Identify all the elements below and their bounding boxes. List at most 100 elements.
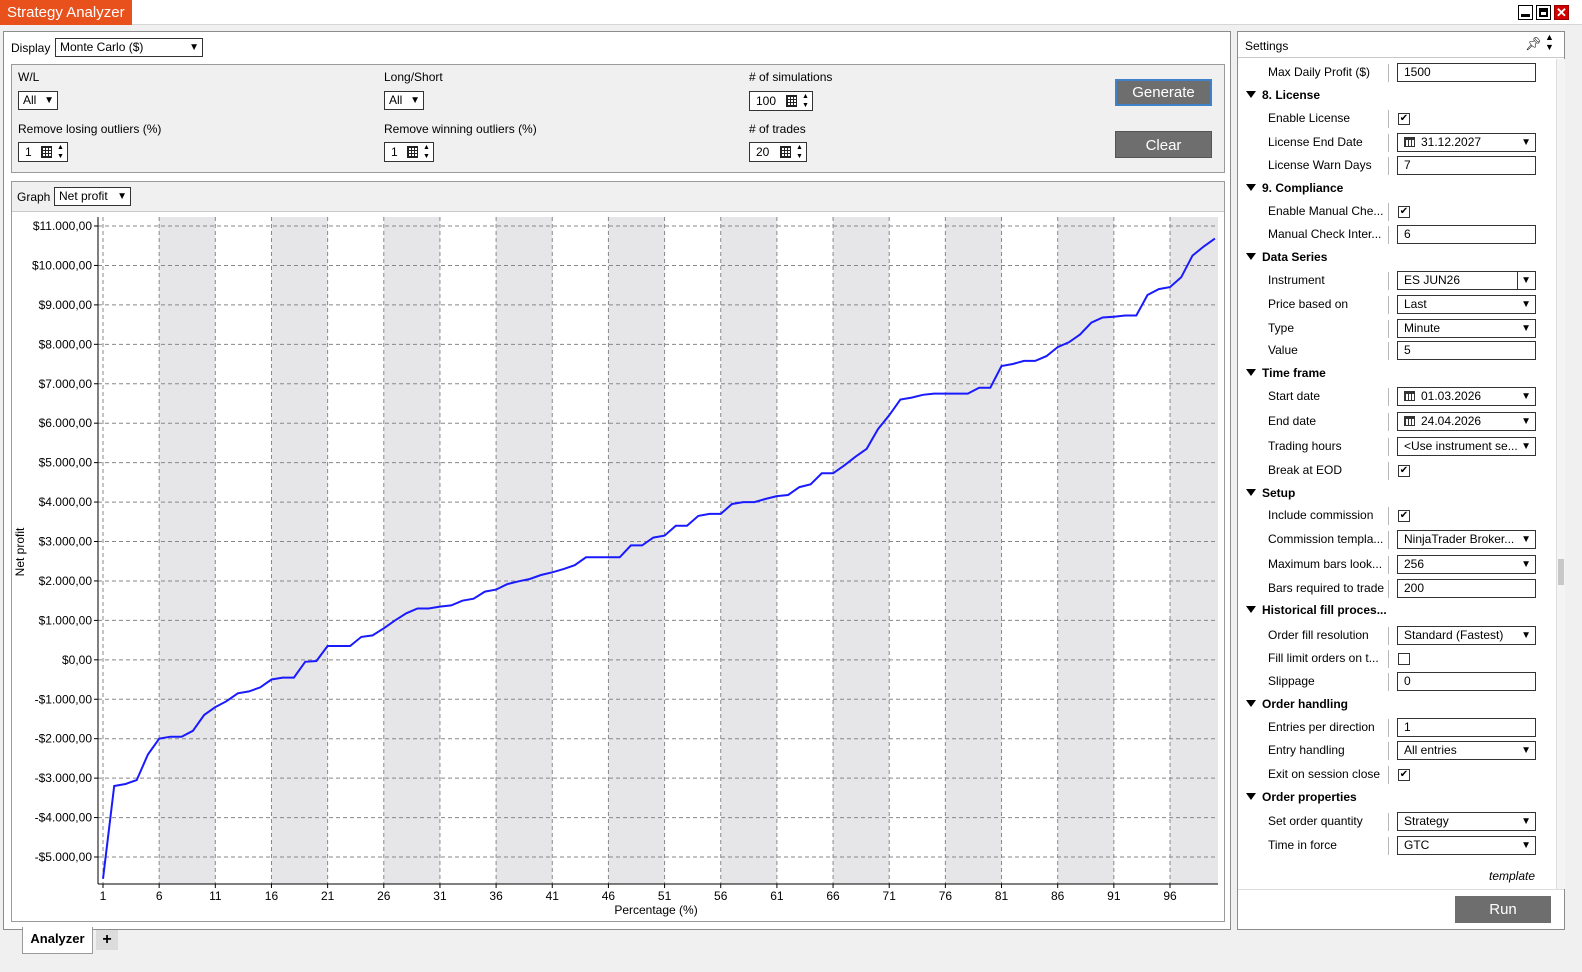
property-input[interactable]: 5: [1397, 341, 1536, 360]
settings-category[interactable]: 9. Compliance: [1238, 178, 1556, 200]
property-dropdown[interactable]: NinjaTrader Broker... ▼: [1397, 530, 1536, 549]
property-checkbox[interactable]: ✔: [1398, 465, 1410, 477]
category-label: 9. Compliance: [1262, 181, 1344, 195]
spin-arrows-icon[interactable]: ▲ ▼: [422, 143, 431, 161]
expand-triangle-icon[interactable]: [1246, 606, 1256, 613]
property-date-picker[interactable]: 01.03.2026 ▼: [1397, 387, 1536, 406]
settings-row: Fill limit orders on t...: [1238, 648, 1556, 670]
scroll-arrows-icon[interactable]: ▲ ▼: [1545, 32, 1554, 52]
property-dropdown[interactable]: GTC ▼: [1397, 836, 1536, 855]
property-label: Enable License: [1268, 111, 1351, 125]
num-trades-stepper[interactable]: 20 ▲ ▼: [749, 142, 807, 162]
chevron-down-icon: ▼: [117, 191, 127, 202]
property-input[interactable]: 1500: [1397, 63, 1536, 82]
property-checkbox[interactable]: ✔: [1398, 769, 1410, 781]
settings-category[interactable]: Time frame: [1238, 363, 1556, 385]
maximize-icon[interactable]: [1536, 5, 1551, 20]
property-checkbox[interactable]: [1398, 653, 1410, 665]
chevron-down-icon: ▼: [44, 95, 54, 106]
property-label: Slippage: [1268, 674, 1315, 688]
settings-row: Exit on session close ✔: [1238, 764, 1556, 786]
expand-triangle-icon[interactable]: [1246, 793, 1256, 800]
property-label: Fill limit orders on t...: [1268, 651, 1379, 665]
category-label: Order properties: [1262, 790, 1357, 804]
property-dropdown[interactable]: <Use instrument se... ▼: [1397, 437, 1536, 456]
graph-box: Graph Net profit ▼: [11, 181, 1225, 922]
generate-button[interactable]: Generate: [1115, 79, 1212, 106]
property-label: Manual Check Inter...: [1268, 227, 1382, 241]
settings-scrollbar[interactable]: [1556, 59, 1565, 889]
property-checkbox[interactable]: ✔: [1398, 206, 1410, 218]
property-input[interactable]: 200: [1397, 579, 1536, 598]
scrollbar-thumb[interactable]: [1558, 559, 1564, 585]
chevron-down-icon[interactable]: ▼: [1517, 272, 1531, 289]
remove-losing-stepper[interactable]: 1 ▲ ▼: [18, 142, 68, 162]
expand-triangle-icon[interactable]: [1246, 369, 1256, 376]
expand-triangle-icon[interactable]: [1246, 253, 1256, 260]
expand-triangle-icon[interactable]: [1246, 184, 1256, 191]
display-dropdown[interactable]: Monte Carlo ($) ▼: [55, 38, 203, 57]
spin-arrows-icon[interactable]: ▲ ▼: [795, 143, 804, 161]
settings-category[interactable]: Data Series: [1238, 247, 1556, 269]
property-date-picker[interactable]: 24.04.2026 ▼: [1397, 412, 1536, 431]
add-tab-button[interactable]: +: [96, 930, 118, 950]
template-link[interactable]: template: [1489, 869, 1535, 883]
spin-arrows-icon[interactable]: ▲ ▼: [801, 92, 810, 110]
run-button[interactable]: Run: [1455, 896, 1551, 923]
property-dropdown[interactable]: Standard (Fastest) ▼: [1397, 626, 1536, 645]
property-value: 6: [1404, 227, 1411, 241]
close-icon[interactable]: ✕: [1554, 5, 1569, 20]
property-dropdown[interactable]: Strategy ▼: [1397, 812, 1536, 831]
num-trades-value: 20: [756, 145, 770, 159]
property-label: Enable Manual Che...: [1268, 204, 1384, 218]
pin-icon[interactable]: 📌︎: [1525, 36, 1542, 52]
settings-row: Max Daily Profit ($) 1500: [1238, 62, 1556, 84]
property-value: 7: [1404, 158, 1411, 172]
property-input[interactable]: 7: [1397, 156, 1536, 175]
settings-row: Set order quantity Strategy ▼: [1238, 811, 1556, 833]
property-dropdown[interactable]: All entries ▼: [1397, 741, 1536, 760]
spin-arrows-icon[interactable]: ▲ ▼: [56, 143, 65, 161]
expand-triangle-icon[interactable]: [1246, 91, 1256, 98]
property-checkbox[interactable]: ✔: [1398, 113, 1410, 125]
expand-triangle-icon[interactable]: [1246, 700, 1256, 707]
property-input[interactable]: 1: [1397, 718, 1536, 737]
category-label: Order handling: [1262, 697, 1349, 711]
settings-panel: Settings 📌︎ ▲ ▼ Max Daily Profit ($) 1500 8…: [1237, 31, 1565, 930]
remove-winning-stepper[interactable]: 1 ▲ ▼: [384, 142, 434, 162]
category-label: Data Series: [1262, 250, 1328, 264]
graph-value: Net profit: [59, 189, 108, 203]
property-dropdown[interactable]: ES JUN26 ▼: [1397, 271, 1536, 290]
settings-category[interactable]: Order properties: [1238, 787, 1556, 809]
property-checkbox[interactable]: ✔: [1398, 510, 1410, 522]
property-date-picker[interactable]: 31.12.2027 ▼: [1397, 133, 1536, 152]
calculator-icon: [786, 95, 797, 107]
settings-row: Entry handling All entries ▼: [1238, 740, 1556, 762]
expand-triangle-icon[interactable]: [1246, 489, 1256, 496]
graph-dropdown[interactable]: Net profit ▼: [54, 187, 131, 206]
property-input[interactable]: 6: [1397, 225, 1536, 244]
filters-box: W/L All ▼ Long/Short All ▼ # of simulation…: [11, 64, 1225, 173]
clear-button[interactable]: Clear: [1115, 131, 1212, 158]
graph-header: [12, 182, 1224, 212]
settings-category[interactable]: Setup: [1238, 483, 1556, 505]
chevron-down-icon: ▼: [1521, 416, 1531, 427]
settings-category[interactable]: 8. License: [1238, 85, 1556, 107]
minimize-icon[interactable]: [1518, 5, 1533, 20]
property-dropdown[interactable]: 256 ▼: [1397, 555, 1536, 574]
settings-row: Break at EOD ✔: [1238, 460, 1556, 482]
calculator-icon: [407, 146, 418, 158]
property-dropdown[interactable]: Minute ▼: [1397, 319, 1536, 338]
property-dropdown[interactable]: Last ▼: [1397, 295, 1536, 314]
num-simulations-stepper[interactable]: 100 ▲ ▼: [749, 91, 813, 111]
wl-dropdown[interactable]: All ▼: [18, 91, 58, 110]
property-value: 01.03.2026: [1421, 389, 1482, 403]
property-input[interactable]: 0: [1397, 672, 1536, 691]
tab-analyzer[interactable]: Analyzer: [22, 927, 93, 954]
num-trades-label: # of trades: [749, 122, 806, 136]
settings-category[interactable]: Order handling: [1238, 694, 1556, 716]
settings-category[interactable]: Historical fill proces...: [1238, 600, 1556, 622]
category-label: 8. License: [1262, 88, 1321, 102]
long-short-dropdown[interactable]: All ▼: [384, 91, 424, 110]
property-value: All entries: [1404, 743, 1457, 757]
